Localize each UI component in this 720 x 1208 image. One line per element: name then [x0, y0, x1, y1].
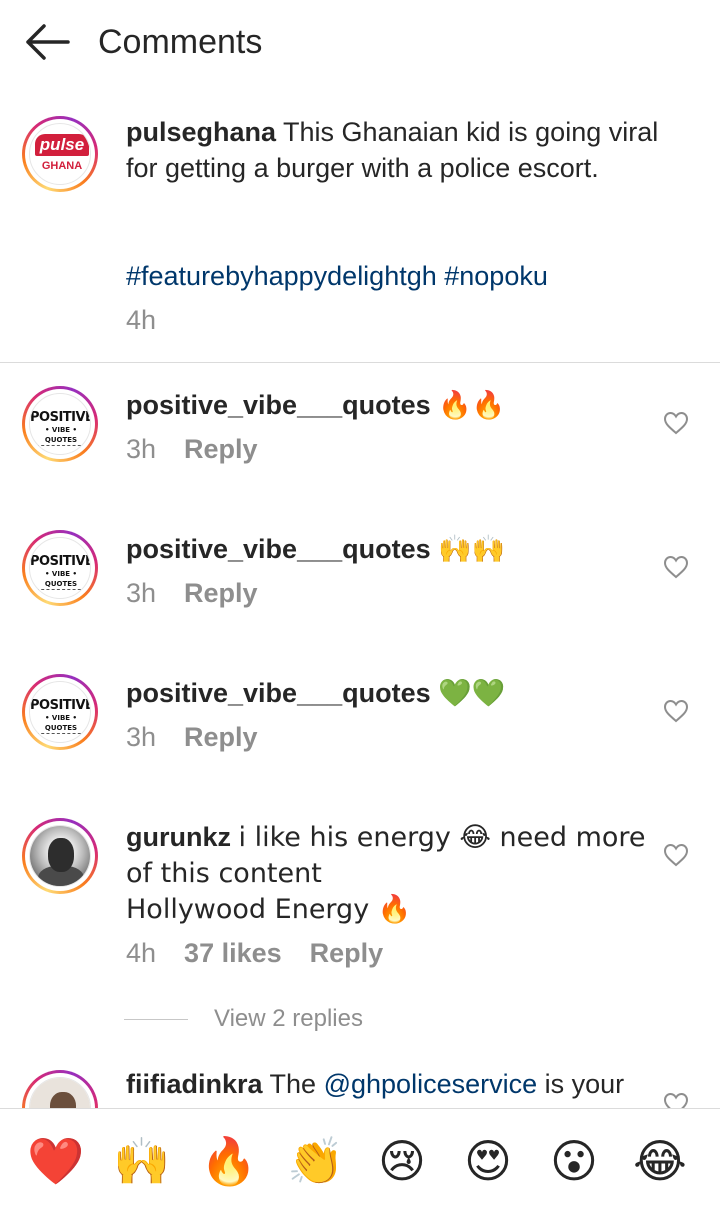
- back-button[interactable]: [20, 20, 76, 64]
- post-hashtags[interactable]: #featurebyhappydelightgh #nopoku: [126, 258, 548, 294]
- clapping-hands-emoji-button[interactable]: 👏: [286, 1131, 346, 1191]
- mention-link[interactable]: @ghpoliceservice: [324, 1069, 538, 1099]
- comment-avatar[interactable]: POSITIVE • VIBE • QUOTES: [22, 530, 98, 606]
- comment-username[interactable]: positive_vibe___quotes: [126, 678, 431, 708]
- reply-button[interactable]: Reply: [310, 938, 384, 968]
- comment-text: gurunkz i like his energy 😂 need more of…: [126, 819, 646, 928]
- reply-button[interactable]: Reply: [184, 722, 258, 752]
- positive-vibe-logo: POSITIVE • VIBE • QUOTES: [30, 410, 91, 446]
- comment-meta: 3h Reply: [126, 719, 286, 755]
- post-username[interactable]: pulseghana: [126, 117, 276, 147]
- post-caption: pulseghana This Ghanaian kid is going vi…: [126, 114, 686, 186]
- positive-vibe-logo: POSITIVE • VIBE • QUOTES: [30, 698, 91, 734]
- comment-avatar[interactable]: [22, 818, 98, 894]
- comment-body-line: i like his energy 😂 need more: [238, 822, 646, 853]
- comment-body: is your: [544, 1069, 625, 1099]
- arrow-left-icon: [26, 24, 70, 60]
- raising-hands-emoji-button[interactable]: 🙌: [112, 1131, 172, 1191]
- comment-time: 4h: [126, 938, 157, 968]
- post-author-avatar[interactable]: pulse GHANA: [22, 116, 98, 192]
- comment-body: 💚💚: [438, 678, 506, 709]
- crying-face-emoji-button[interactable]: 😢: [372, 1131, 432, 1191]
- pulse-logo: pulse GHANA: [33, 134, 90, 178]
- comment-body: 🙌🙌: [438, 534, 506, 565]
- like-heart-icon[interactable]: [663, 699, 689, 723]
- comment-meta: 4h 37 likes Reply: [126, 935, 411, 971]
- like-heart-icon[interactable]: [663, 555, 689, 579]
- comment-body-line: Hollywood Energy 🔥: [126, 894, 412, 925]
- comment-username[interactable]: fiifiadinkra: [126, 1069, 263, 1099]
- comment-body: 🔥🔥: [438, 390, 506, 421]
- comment-avatar[interactable]: POSITIVE • VIBE • QUOTES: [22, 674, 98, 750]
- comment-username[interactable]: gurunkz: [126, 822, 231, 852]
- comment-username[interactable]: positive_vibe___quotes: [126, 534, 431, 564]
- like-heart-icon[interactable]: [663, 411, 689, 435]
- header-bar: Comments: [0, 0, 720, 86]
- reply-button[interactable]: Reply: [184, 578, 258, 608]
- comment-meta: 3h Reply: [126, 575, 286, 611]
- tears-of-joy-emoji-button[interactable]: 😂: [630, 1131, 690, 1191]
- comment-text: positive_vibe___quotes 💚💚: [126, 675, 505, 712]
- comment-time: 3h: [126, 578, 157, 608]
- heart-eyes-emoji-button[interactable]: 😍: [458, 1131, 518, 1191]
- emoji-reaction-bar: ❤️ 🙌 🔥 👏 😢 😍 😮 😂: [0, 1108, 720, 1208]
- positive-vibe-logo: POSITIVE • VIBE • QUOTES: [30, 554, 91, 590]
- user-photo: [30, 826, 90, 886]
- reply-button[interactable]: Reply: [184, 434, 258, 464]
- divider: [124, 1019, 188, 1020]
- comment-body-line: of this content: [126, 858, 322, 889]
- comment-text: fiifiadinkra The @ghpoliceservice is you…: [126, 1066, 646, 1102]
- comment-body: The: [269, 1069, 317, 1099]
- divider: [0, 362, 720, 363]
- comment-avatar[interactable]: POSITIVE • VIBE • QUOTES: [22, 386, 98, 462]
- like-heart-icon[interactable]: [663, 843, 689, 867]
- comment-time: 3h: [126, 434, 157, 464]
- likes-count[interactable]: 37 likes: [184, 938, 282, 968]
- comment-text: positive_vibe___quotes 🔥🔥: [126, 387, 505, 424]
- fire-emoji-button[interactable]: 🔥: [199, 1131, 259, 1191]
- comment-meta: 3h Reply: [126, 431, 286, 467]
- page-title: Comments: [98, 23, 263, 61]
- surprised-face-emoji-button[interactable]: 😮: [544, 1131, 604, 1191]
- view-replies-button[interactable]: View 2 replies: [214, 1003, 363, 1035]
- red-heart-emoji-button[interactable]: ❤️: [26, 1131, 86, 1191]
- comment-text: positive_vibe___quotes 🙌🙌: [126, 531, 505, 568]
- post-time: 4h: [126, 305, 157, 335]
- comment-time: 3h: [126, 722, 157, 752]
- comment-username[interactable]: positive_vibe___quotes: [126, 390, 431, 420]
